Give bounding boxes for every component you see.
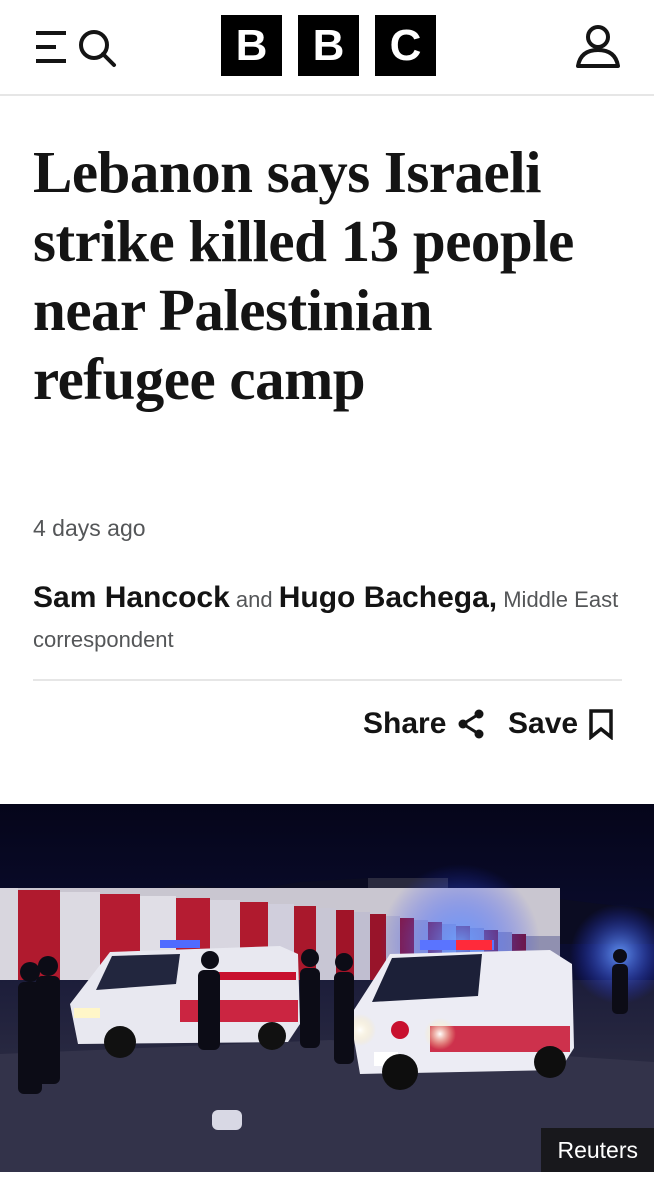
logo-letter: B: [298, 15, 359, 76]
author-name: Hugo Bachega,: [278, 581, 498, 614]
share-button[interactable]: Share: [363, 704, 486, 744]
article-timestamp: 4 days ago: [33, 515, 146, 541]
author-name: Sam Hancock: [33, 581, 230, 614]
share-label: Share: [363, 707, 447, 740]
byline: Sam Hancock and Hugo Bachega, Middle Eas…: [33, 578, 633, 660]
bookmark-icon: [589, 709, 613, 740]
share-icon: [458, 709, 484, 739]
night-scene-illustration: [0, 804, 654, 1172]
account-button[interactable]: [574, 24, 622, 70]
bbc-logo[interactable]: B B C: [221, 15, 436, 76]
save-label: Save: [508, 707, 579, 740]
byline-conjunction: and: [235, 587, 273, 612]
save-button[interactable]: Save: [508, 704, 614, 744]
user-icon: [576, 25, 620, 68]
image-credit: Reuters: [541, 1128, 654, 1172]
article-image: Reuters: [0, 804, 654, 1172]
menu-search-button[interactable]: [34, 26, 120, 70]
article-headline: Lebanon says Israeli strike killed 13 pe…: [33, 139, 574, 412]
logo-letter: B: [221, 15, 282, 76]
divider: [33, 679, 622, 681]
logo-letter: C: [375, 15, 436, 76]
menu-search-icon: [36, 30, 116, 67]
site-header: B B C: [0, 0, 654, 96]
